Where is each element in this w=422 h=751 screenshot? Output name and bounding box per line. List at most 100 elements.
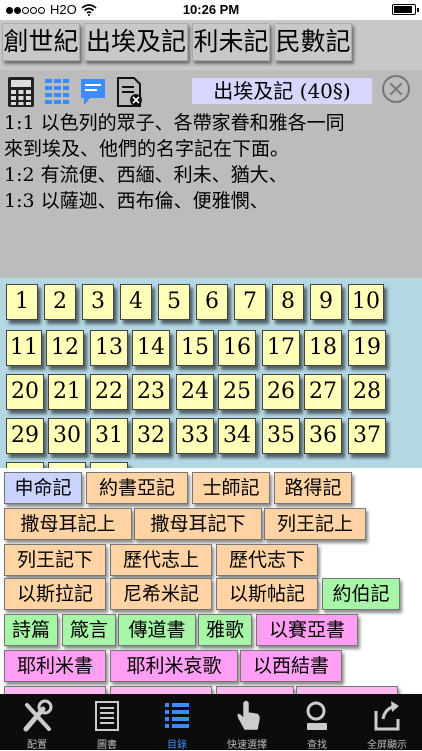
close-icon[interactable] <box>382 75 410 103</box>
chapter-button[interactable]: 16 <box>218 330 256 366</box>
chapter-button[interactable]: 29 <box>6 418 44 454</box>
tab-contents[interactable]: 目錄 <box>142 694 212 751</box>
chapter-grid: 1 2 3 4 5 6 7 8 9 10 11 12 13 14 15 16 17 18 19 20 21 22 23 24 2… <box>0 278 422 468</box>
tab-settings[interactable]: 配置 <box>2 694 72 751</box>
chapter-button[interactable]: 32 <box>132 418 170 454</box>
book-button-partial[interactable] <box>216 686 294 694</box>
verse-viewer: 出埃及記 (40§) 1:1 以色列的眾子、各帶家眷和雅各一同 來到埃及、他們的… <box>0 70 422 278</box>
book-button[interactable]: 士師記 <box>192 472 270 504</box>
book-button[interactable]: 列王記上 <box>264 508 366 540</box>
book-button[interactable]: 歷代志上 <box>110 544 212 576</box>
tab-label: 目錄 <box>167 740 187 751</box>
verse-line: 1:1 以色列的眾子、各帶家眷和雅各一同 <box>4 112 345 134</box>
verse-line: 來到埃及、他們的名字記在下面。 <box>4 138 290 160</box>
chapter-button[interactable]: 3 <box>82 284 114 320</box>
chapter-button[interactable]: 12 <box>46 330 84 366</box>
book-button[interactable]: 歷代志下 <box>216 544 318 576</box>
book-button[interactable]: 傳道書 <box>118 614 196 646</box>
book-button[interactable]: 以斯拉記 <box>4 578 106 610</box>
status-bar: H2O 10:26 PM <box>0 0 422 20</box>
book-tab-exodus[interactable]: 出埃及記 <box>84 23 188 61</box>
tab-books[interactable]: 圖書 <box>72 694 142 751</box>
book-button[interactable]: 尼希米記 <box>110 578 212 610</box>
book-button[interactable]: 列王記下 <box>4 544 106 576</box>
book-button[interactable]: 耶利米書 <box>4 650 106 682</box>
tools-icon <box>23 699 53 732</box>
chapter-button[interactable]: 5 <box>158 284 190 320</box>
tab-search[interactable]: 查找 <box>282 694 352 751</box>
chapter-button[interactable]: 15 <box>176 330 214 366</box>
tab-fullscreen[interactable]: 全屏顯示 <box>352 694 422 751</box>
viewer-title: 出埃及記 (40§) <box>192 78 372 104</box>
touch-icon <box>237 700 260 730</box>
book-button-partial[interactable] <box>4 686 106 694</box>
close-document-icon[interactable] <box>114 76 144 108</box>
book-button[interactable]: 以斯帖記 <box>216 578 318 610</box>
book-tab-leviticus[interactable]: 利未記 <box>192 23 270 61</box>
chapter-button[interactable]: 20 <box>6 374 44 410</box>
chapter-button[interactable]: 7 <box>234 284 266 320</box>
book-tab-numbers[interactable]: 民數記 <box>274 23 352 61</box>
chapter-button[interactable]: 26 <box>262 374 300 410</box>
chapter-button[interactable]: 34 <box>218 418 256 454</box>
chapter-button[interactable]: 11 <box>6 330 42 366</box>
status-right <box>392 4 419 15</box>
verse-line: 1:2 有流便、西緬、利未、猶大、 <box>4 164 288 186</box>
grid-icon[interactable] <box>42 76 72 108</box>
chapter-button[interactable]: 9 <box>310 284 342 320</box>
book-button[interactable]: 箴言 <box>62 614 116 646</box>
book-button[interactable]: 申命記 <box>4 472 82 504</box>
book-button[interactable]: 約書亞記 <box>86 472 188 504</box>
tab-label: 快速選擇 <box>227 740 267 751</box>
chapter-button[interactable]: 25 <box>218 374 256 410</box>
book-button-partial[interactable] <box>110 686 212 694</box>
calculator-icon[interactable] <box>6 76 36 108</box>
book-button[interactable]: 撒母耳記下 <box>134 508 262 540</box>
book-button[interactable]: 耶利米哀歌 <box>110 650 238 682</box>
chapter-button[interactable]: 19 <box>348 330 386 366</box>
chapter-button[interactable]: 6 <box>196 284 228 320</box>
chapter-button[interactable]: 30 <box>48 418 86 454</box>
chapter-button[interactable]: 28 <box>348 374 386 410</box>
chapter-button[interactable]: 33 <box>176 418 214 454</box>
tab-label: 配置 <box>27 740 47 751</box>
tab-quick-select[interactable]: 快速選擇 <box>212 694 282 751</box>
chapter-button[interactable]: 17 <box>262 330 300 366</box>
chapter-button[interactable]: 4 <box>120 284 152 320</box>
book-button[interactable]: 詩篇 <box>4 614 58 646</box>
chapter-button[interactable]: 22 <box>90 374 128 410</box>
book-button-partial[interactable] <box>296 686 398 694</box>
comment-icon[interactable] <box>78 76 108 108</box>
chapter-button[interactable]: 18 <box>304 330 342 366</box>
book-tab-genesis[interactable]: 創世紀 <box>2 23 80 61</box>
book-button[interactable]: 撒母耳記上 <box>4 508 132 540</box>
search-icon <box>306 701 327 730</box>
book-list: 申命記 約書亞記 士師記 路得記 撒母耳記上 撒母耳記下 列王記上 列王記下 歷代志上 歷代志下以… <box>0 468 422 694</box>
book-button[interactable]: 約伯記 <box>322 578 400 610</box>
chapter-button[interactable]: 23 <box>132 374 170 410</box>
list-icon <box>165 703 189 728</box>
share-icon <box>374 701 400 731</box>
status-time: 10:26 PM <box>182 2 240 17</box>
chapter-button[interactable]: 8 <box>272 284 304 320</box>
chapter-button[interactable]: 31 <box>90 418 128 454</box>
chapter-button[interactable]: 2 <box>44 284 76 320</box>
chapter-button[interactable]: 1 <box>6 284 38 320</box>
book-button[interactable]: 雅歌 <box>198 614 252 646</box>
chapter-button[interactable]: 24 <box>176 374 214 410</box>
tab-label: 全屏顯示 <box>367 740 407 751</box>
book-icon <box>95 701 119 731</box>
chapter-button[interactable]: 37 <box>348 418 386 454</box>
chapter-button[interactable]: 35 <box>262 418 300 454</box>
chapter-button[interactable]: 14 <box>132 330 170 366</box>
book-tabs: 創世紀 出埃及記 利未記 民數記 <box>0 20 422 70</box>
book-button[interactable]: 以西結書 <box>240 650 342 682</box>
chapter-button[interactable]: 10 <box>348 284 384 320</box>
chapter-button[interactable]: 21 <box>48 374 86 410</box>
chapter-button[interactable]: 36 <box>304 418 342 454</box>
book-button[interactable]: 路得記 <box>274 472 352 504</box>
battery-icon <box>392 4 419 15</box>
chapter-button[interactable]: 13 <box>90 330 128 366</box>
chapter-button[interactable]: 27 <box>304 374 342 410</box>
book-button[interactable]: 以賽亞書 <box>256 614 358 646</box>
